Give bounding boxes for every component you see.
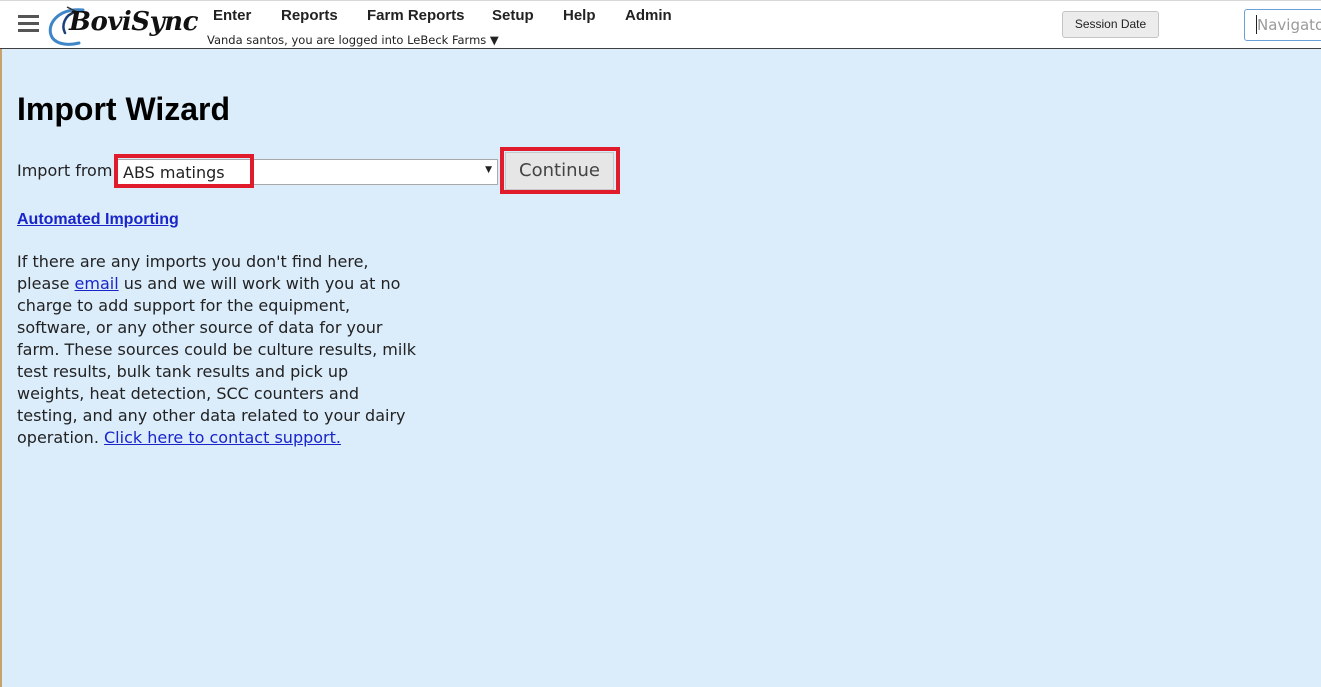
contact-support-link[interactable]: Click here to contact support. — [104, 428, 341, 447]
nav-help[interactable]: Help — [563, 7, 625, 27]
import-from-label: Import from: — [17, 161, 118, 180]
page-title: Import Wizard — [17, 91, 231, 127]
nav-reports[interactable]: Reports — [281, 7, 367, 27]
bovisync-logo[interactable]: BoviSync — [45, 3, 200, 47]
dropdown-arrow-icon: ▼ — [485, 165, 492, 175]
import-source-value: ABS matings — [123, 163, 225, 182]
email-link[interactable]: email — [75, 274, 119, 293]
hamburger-menu-icon[interactable] — [18, 15, 39, 33]
top-header: BoviSync Enter Reports Farm Reports Setu… — [0, 0, 1321, 49]
nav-enter[interactable]: Enter — [213, 7, 281, 27]
logo-text: BoviSync — [69, 7, 198, 37]
logged-in-user-dropdown[interactable]: Vanda santos, you are logged into LeBeck… — [207, 33, 499, 47]
session-date-button[interactable]: Session Date — [1062, 11, 1159, 38]
import-help-text: If there are any imports you don't find … — [17, 251, 417, 449]
text-caret — [1256, 15, 1257, 34]
nav-farm-reports[interactable]: Farm Reports — [367, 7, 492, 27]
main-nav: Enter Reports Farm Reports Setup Help Ad… — [213, 7, 672, 27]
info-text-body: us and we will work with you at no charg… — [17, 274, 417, 447]
nav-setup[interactable]: Setup — [492, 7, 563, 27]
import-source-select[interactable]: ABS matings ▼ — [117, 159, 498, 185]
automated-importing-link[interactable]: Automated Importing — [17, 211, 179, 229]
nav-admin[interactable]: Admin — [625, 7, 672, 27]
continue-button[interactable]: Continue — [505, 152, 614, 190]
left-edge-border — [0, 0, 2, 687]
